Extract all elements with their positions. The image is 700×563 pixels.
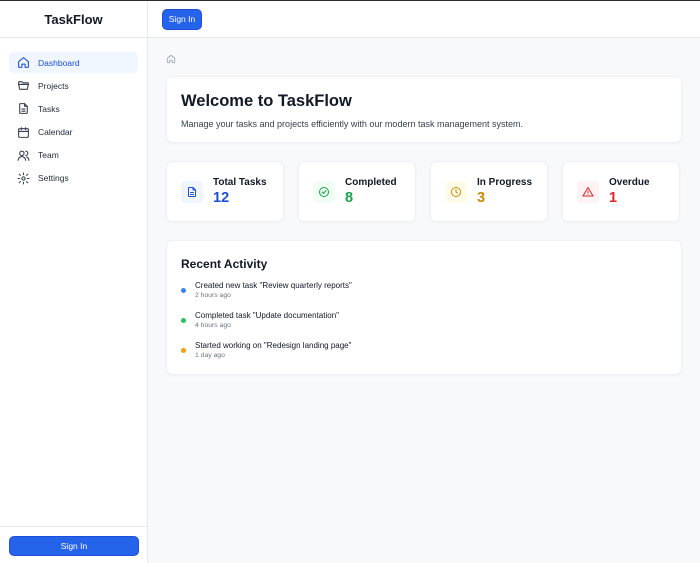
calendar-icon xyxy=(17,126,30,139)
sidebar-item-label: Tasks xyxy=(38,103,60,114)
breadcrumb xyxy=(166,52,682,67)
sidebar-item-tasks[interactable]: Tasks xyxy=(9,98,138,119)
stat-value: 1 xyxy=(609,190,618,206)
activity-text: Started working on "Redesign landing pag… xyxy=(195,341,352,350)
users-icon xyxy=(17,149,30,162)
brand-logo[interactable]: TaskFlow xyxy=(0,1,147,38)
sidebar-item-projects[interactable]: Projects xyxy=(9,75,138,96)
welcome-subtitle: Manage your tasks and projects efficient… xyxy=(181,119,523,129)
header-signin-button[interactable]: Sign In xyxy=(162,8,202,30)
sidebar-item-label: Projects xyxy=(38,80,69,91)
home-icon xyxy=(17,56,30,69)
stat-card-total-tasks[interactable]: Total Tasks 12 xyxy=(166,161,284,222)
document-icon xyxy=(181,181,203,203)
file-icon xyxy=(17,102,30,115)
activity-time: 1 day ago xyxy=(195,352,225,359)
stat-value: 12 xyxy=(213,190,230,206)
sidebar-signin-button[interactable]: Sign In xyxy=(9,536,139,556)
stat-label: Completed xyxy=(345,177,397,188)
list-item: Completed task "Update documentation" 4 … xyxy=(181,311,667,341)
warning-icon xyxy=(577,181,599,203)
sidebar: TaskFlow Dashboard Projects Tasks Calend… xyxy=(0,1,148,563)
activity-text: Completed task "Update documentation" xyxy=(195,311,339,320)
top-bar: Sign In xyxy=(148,1,700,38)
gear-icon xyxy=(17,172,30,185)
status-dot xyxy=(181,288,186,293)
list-item: Started working on "Redesign landing pag… xyxy=(181,341,667,371)
sidebar-footer: Sign In xyxy=(0,526,147,563)
sidebar-nav: Dashboard Projects Tasks Calendar Team S… xyxy=(0,38,147,189)
sidebar-item-label: Calendar xyxy=(38,127,73,138)
sidebar-item-settings[interactable]: Settings xyxy=(9,168,138,189)
recent-activity-card: Recent Activity Created new task "Review… xyxy=(166,240,682,375)
stat-card-overdue[interactable]: Overdue 1 xyxy=(562,161,680,222)
stat-label: In Progress xyxy=(477,177,533,188)
sidebar-item-label: Team xyxy=(38,150,59,161)
clock-icon xyxy=(445,181,467,203)
page-title: Welcome to TaskFlow xyxy=(181,92,352,110)
activity-time: 2 hours ago xyxy=(195,292,231,299)
activity-time: 4 hours ago xyxy=(195,322,231,329)
section-title: Recent Activity xyxy=(181,257,268,271)
stat-card-in-progress[interactable]: In Progress 3 xyxy=(430,161,548,222)
welcome-card: Welcome to TaskFlow Manage your tasks an… xyxy=(166,76,682,143)
folder-icon xyxy=(17,79,30,92)
sidebar-item-label: Dashboard xyxy=(38,57,80,68)
stat-value: 8 xyxy=(345,190,354,206)
activity-text: Created new task "Review quarterly repor… xyxy=(195,281,352,290)
stat-label: Overdue xyxy=(609,177,650,188)
stat-label: Total Tasks xyxy=(213,177,267,188)
stat-card-completed[interactable]: Completed 8 xyxy=(298,161,416,222)
stats-row: Total Tasks 12 Completed 8 In Progress 3 xyxy=(166,161,682,222)
check-circle-icon xyxy=(313,181,335,203)
status-dot xyxy=(181,318,186,323)
sidebar-item-team[interactable]: Team xyxy=(9,145,138,166)
stat-value: 3 xyxy=(477,190,486,206)
activity-list: Created new task "Review quarterly repor… xyxy=(181,281,667,371)
status-dot xyxy=(181,348,186,353)
main-content: Welcome to TaskFlow Manage your tasks an… xyxy=(166,38,682,375)
sidebar-item-dashboard[interactable]: Dashboard xyxy=(9,52,138,73)
home-icon[interactable] xyxy=(166,51,176,69)
sidebar-item-label: Settings xyxy=(38,173,69,184)
sidebar-item-calendar[interactable]: Calendar xyxy=(9,122,138,143)
list-item: Created new task "Review quarterly repor… xyxy=(181,281,667,311)
